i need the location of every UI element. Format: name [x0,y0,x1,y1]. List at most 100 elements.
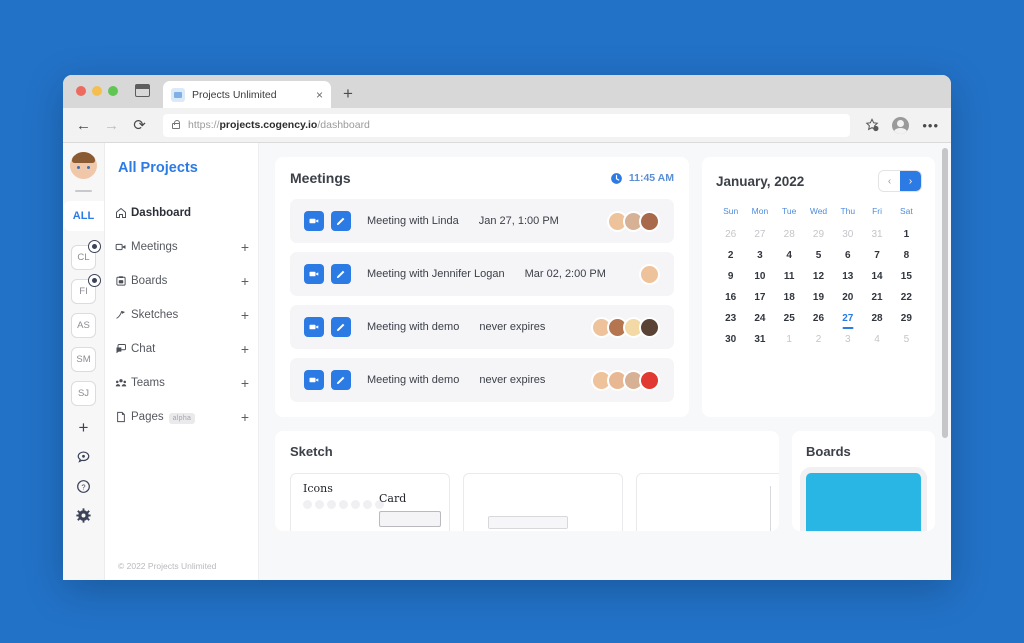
video-camera-icon[interactable] [304,370,324,390]
calendar-day[interactable]: 26 [716,228,745,241]
add-sketch-button[interactable]: + [241,308,249,322]
video-camera-icon[interactable] [304,317,324,337]
sidebar-item-teams[interactable]: Teams + [115,366,258,400]
vertical-scrollbar[interactable] [942,148,948,438]
user-avatar[interactable] [70,152,97,179]
close-window-button[interactable] [76,86,86,96]
minimize-window-button[interactable] [92,86,102,96]
calendar-day[interactable]: 2 [716,249,745,262]
calendar-day[interactable]: 31 [862,228,891,241]
help-icon[interactable]: ? [76,479,91,494]
rail-item-sm[interactable]: SM [71,347,96,372]
close-tab-icon[interactable]: × [316,89,323,101]
calendar-day[interactable]: 12 [804,270,833,283]
new-tab-button[interactable]: + [343,85,353,102]
calendar-day[interactable]: 28 [775,228,804,241]
calendar-day[interactable]: 2 [804,333,833,346]
chat-bubble-icon[interactable] [76,450,91,465]
browser-tab[interactable]: Projects Unlimited × [163,81,331,108]
add-workspace-button[interactable]: + [79,419,89,436]
calendar-day[interactable]: 24 [745,312,774,325]
calendar-day[interactable]: 16 [716,291,745,304]
calendar-day[interactable]: 19 [804,291,833,304]
calendar-day[interactable]: 21 [862,291,891,304]
calendar-day[interactable]: 11 [775,270,804,283]
sidebar-item-pages[interactable]: Pages alpha + [115,400,258,434]
meeting-row[interactable]: Meeting with demo never expires [290,305,674,349]
video-camera-icon[interactable] [304,264,324,284]
rail-item-fi[interactable]: FI [71,274,101,304]
calendar-day[interactable]: 20 [833,291,862,304]
favorites-star-icon[interactable] [865,118,879,132]
gear-icon[interactable] [76,508,91,523]
rail-item-cl[interactable]: CL [71,240,101,270]
add-board-button[interactable]: + [241,274,249,288]
back-button[interactable]: ← [75,118,92,133]
calendar-day[interactable]: 15 [892,270,921,283]
add-chat-button[interactable]: + [241,342,249,356]
calendar-day[interactable]: 7 [862,249,891,262]
sketch-thumbnail[interactable] [463,473,623,531]
sidebar-item-sketches[interactable]: Sketches + [115,298,258,332]
sidebar-item-dashboard[interactable]: Dashboard [115,196,258,230]
calendar-day[interactable]: 29 [804,228,833,241]
more-menu-icon[interactable]: ••• [922,119,939,132]
calendar-day[interactable]: 5 [804,249,833,262]
calendar-day[interactable]: 30 [716,333,745,346]
calendar-day[interactable]: 3 [833,333,862,346]
calendar-day[interactable]: 4 [775,249,804,262]
rail-item-sj[interactable]: SJ [71,381,96,406]
prev-month-button[interactable]: ‹ [879,171,900,191]
pencil-icon[interactable] [331,211,351,231]
pencil-icon[interactable] [331,317,351,337]
sidebar-item-meetings[interactable]: Meetings + [115,230,258,264]
sidebar-item-boards[interactable]: Boards + [115,264,258,298]
calendar-day[interactable]: 25 [775,312,804,325]
profile-avatar-icon[interactable] [892,116,910,134]
calendar-day[interactable]: 22 [892,291,921,304]
calendar-day[interactable]: 31 [745,333,774,346]
add-meeting-button[interactable]: + [241,240,249,254]
calendar-day[interactable]: 29 [892,312,921,325]
meeting-row[interactable]: Meeting with demo never expires [290,358,674,402]
calendar-day[interactable]: 14 [862,270,891,283]
calendar-day[interactable]: 10 [745,270,774,283]
rail-item-all[interactable]: ALL [63,201,104,231]
calendar-day[interactable]: 30 [833,228,862,241]
calendar-day[interactable]: 8 [892,249,921,262]
add-team-button[interactable]: + [241,376,249,390]
sidebar-item-chat[interactable]: Chat + [115,332,258,366]
video-camera-icon[interactable] [304,211,324,231]
calendar-day[interactable]: 17 [745,291,774,304]
meeting-row[interactable]: Meeting with Jennifer Logan Mar 02, 2:00… [290,252,674,296]
pencil-icon[interactable] [331,370,351,390]
calendar-day[interactable]: 5 [892,333,921,346]
tab-overview-icon[interactable] [135,84,150,97]
calendar-day[interactable]: 23 [716,312,745,325]
add-page-button[interactable]: + [241,410,249,424]
address-bar[interactable]: https://projects.cogency.io/dashboard [163,113,851,137]
calendar-day[interactable]: 4 [862,333,891,346]
calendar-day[interactable]: 1 [892,228,921,241]
calendar-day[interactable]: 1 [775,333,804,346]
meeting-row[interactable]: Meeting with Linda Jan 27, 1:00 PM [290,199,674,243]
rail-item-as[interactable]: AS [71,313,96,338]
calendar-day[interactable]: 27 [745,228,774,241]
calendar-day[interactable]: 28 [862,312,891,325]
window-controls[interactable] [76,86,118,96]
calendar-day[interactable]: 18 [775,291,804,304]
sketch-thumbnail[interactable] [636,473,779,531]
board-thumbnail[interactable] [806,473,921,531]
calendar-day[interactable]: 26 [804,312,833,325]
calendar-day[interactable]: 9 [716,270,745,283]
pencil-icon[interactable] [331,264,351,284]
sketch-thumbnail[interactable]: Icons Card [290,473,450,531]
calendar-day[interactable]: 13 [833,270,862,283]
calendar-day[interactable]: 3 [745,249,774,262]
reload-button[interactable]: ⟳ [131,118,148,133]
calendar-day-selected[interactable]: 27 [833,312,862,325]
next-month-button[interactable]: › [900,171,921,191]
calendar-day[interactable]: 6 [833,249,862,262]
maximize-window-button[interactable] [108,86,118,96]
forward-button[interactable]: → [103,118,120,133]
